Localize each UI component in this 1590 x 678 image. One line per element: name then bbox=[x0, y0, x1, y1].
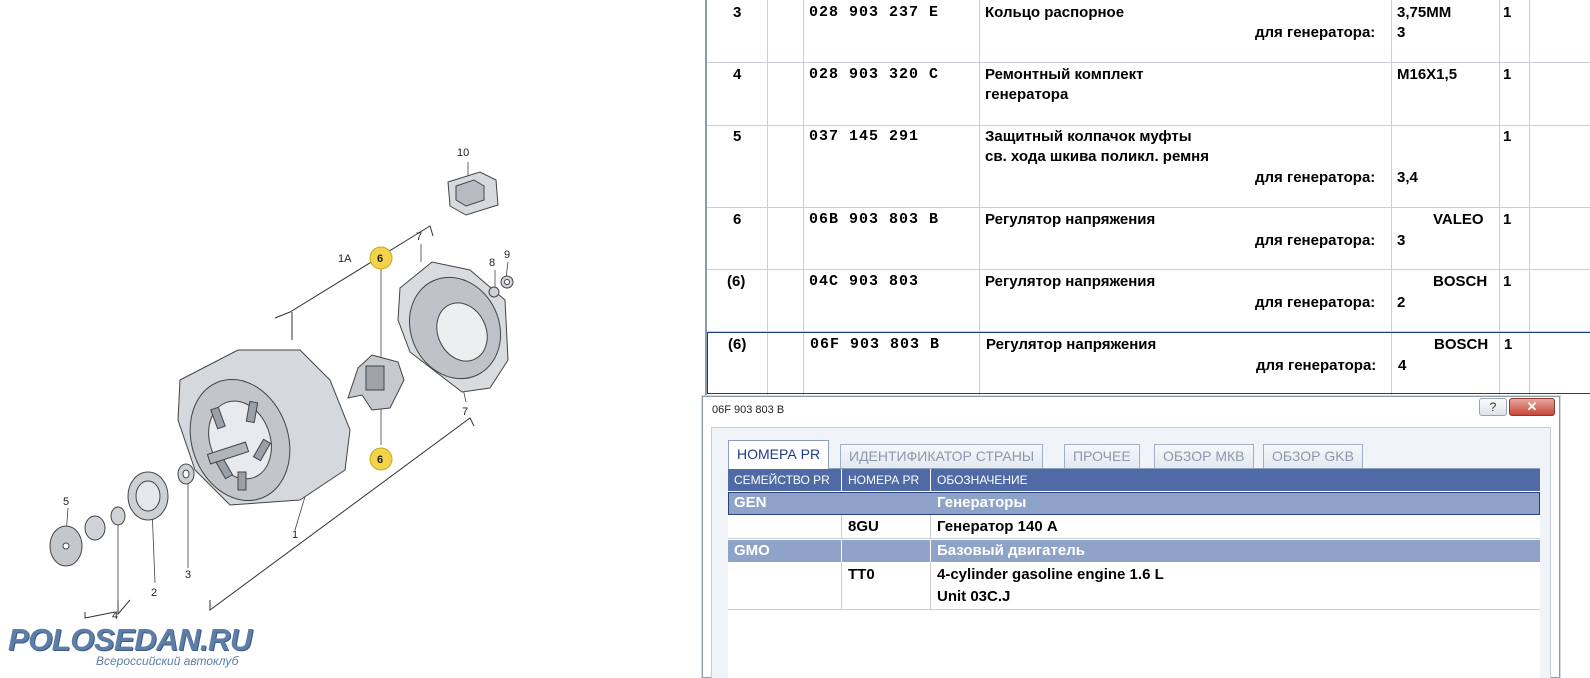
col-header-family[interactable]: СЕМЕЙСТВО PR bbox=[728, 469, 842, 491]
col-header-pr-number[interactable]: НОМЕРА PR bbox=[842, 469, 931, 491]
callout-badge-6-bottom-label: 6 bbox=[377, 454, 383, 466]
alternator-body-part bbox=[177, 349, 351, 506]
cell-designation: Генераторы bbox=[937, 494, 1027, 511]
parts-row[interactable]: 3 028 903 237 E Кольцо распорное для ген… bbox=[707, 0, 1590, 63]
row-pos: (6) bbox=[727, 273, 746, 290]
row-qty: 1 bbox=[1503, 66, 1512, 83]
pr-numbers-grid: СЕМЕЙСТВО PR НОМЕРА PR ОБОЗНАЧЕНИЕ GEN Г… bbox=[728, 468, 1540, 678]
cell-designation-line2: Unit 03C.J bbox=[937, 588, 1011, 605]
cell-designation: 4-cylinder gasoline engine 1.6 L bbox=[937, 566, 1164, 583]
row-part-number: 028 903 237 E bbox=[809, 4, 940, 21]
col-header-designation[interactable]: ОБОЗНАЧЕНИЕ bbox=[931, 469, 1540, 491]
callout-4: 4 bbox=[112, 610, 118, 622]
row-part-number: 028 903 320 C bbox=[809, 66, 940, 83]
logo-tagline: Всероссийский автоклуб bbox=[96, 654, 239, 668]
voltage-regulator-part bbox=[347, 354, 405, 411]
connector-part bbox=[447, 171, 499, 216]
row-supplier: BOSCH bbox=[1433, 273, 1488, 290]
row-note-label: для генератора: bbox=[1255, 294, 1376, 311]
grid-row[interactable]: 8GU Генератор 140 А bbox=[728, 515, 1540, 539]
grid-header: СЕМЕЙСТВО PR НОМЕРА PR ОБОЗНАЧЕНИЕ bbox=[728, 469, 1540, 491]
cell-pr-number: 8GU bbox=[848, 518, 879, 535]
callout-2: 2 bbox=[151, 587, 157, 599]
grid-group-row[interactable]: GEN Генераторы bbox=[728, 492, 1540, 515]
row-qty: 1 bbox=[1503, 128, 1512, 145]
alternator-illustration: 6 6 10 1A 7 8 9 7 5 1 2 3 4 bbox=[49, 147, 514, 622]
row-spec: 3,75ММ bbox=[1397, 4, 1452, 21]
parts-row[interactable]: 6 06B 903 803 B Регулятор напряжения для… bbox=[707, 208, 1590, 270]
row-note-value: 3 bbox=[1397, 24, 1406, 41]
row-qty: 1 bbox=[1503, 273, 1512, 290]
row-name: Кольцо распорное bbox=[985, 4, 1125, 21]
tab-other[interactable]: ПРОЧЕЕ bbox=[1064, 444, 1140, 468]
row-qty: 1 bbox=[1504, 336, 1513, 353]
callout-7-bottom: 7 bbox=[462, 406, 468, 418]
row-part-number: 04C 903 803 bbox=[809, 273, 920, 290]
callout-8: 8 bbox=[489, 257, 495, 269]
row-name: Регулятор напряжения bbox=[985, 211, 1156, 228]
dialog-body: НОМЕРА PR ИДЕНТИФИКАТОР СТРАНЫ ПРОЧЕЕ ОБ… bbox=[711, 427, 1551, 678]
row-note-value: 3,4 bbox=[1397, 169, 1418, 186]
parts-row[interactable]: (6) 04C 903 803 Регулятор напряжения для… bbox=[707, 270, 1590, 332]
callout-badge-6-top-label: 6 bbox=[377, 253, 383, 265]
cell-designation: Генератор 140 А bbox=[937, 518, 1058, 535]
dialog-title: 06F 903 803 B bbox=[712, 404, 785, 416]
parts-row-selected[interactable]: (6) 06F 903 803 B Регулятор напряжения д… bbox=[707, 332, 1590, 394]
row-name: Регулятор напряжения bbox=[986, 336, 1157, 353]
row-pos: 6 bbox=[733, 211, 742, 228]
site-logo: POLOSEDAN.RU Всероссийский автоклуб bbox=[8, 622, 252, 669]
row-note-value: 4 bbox=[1398, 357, 1407, 374]
row-spec: M16X1,5 bbox=[1397, 66, 1458, 83]
row-part-number: 037 145 291 bbox=[809, 128, 920, 145]
cell-pr-number: TT0 bbox=[848, 566, 875, 583]
close-button[interactable]: ✕ bbox=[1509, 398, 1555, 416]
row-name-line2: св. хода шкива поликл. ремня bbox=[985, 148, 1209, 165]
row-part-number: 06B 903 803 B bbox=[809, 211, 940, 228]
row-pos: 4 bbox=[733, 66, 742, 83]
callout-3: 3 bbox=[185, 569, 191, 581]
callout-9: 9 bbox=[504, 249, 510, 261]
callout-5: 5 bbox=[63, 496, 69, 508]
dialog-titlebar[interactable]: 06F 903 803 B ? ✕ bbox=[703, 397, 1559, 423]
grid-group-row[interactable]: GMO Базовый двигатель bbox=[728, 540, 1540, 562]
row-qty: 1 bbox=[1503, 211, 1512, 228]
row-note-label: для генератора: bbox=[1256, 357, 1377, 374]
row-name: Регулятор напряжения bbox=[985, 273, 1156, 290]
callout-7-top: 7 bbox=[416, 231, 422, 243]
parts-row[interactable]: 5 037 145 291 Защитный колпачок муфты св… bbox=[707, 126, 1590, 208]
cell-family: GEN bbox=[734, 494, 767, 511]
row-name-line2: генератора bbox=[985, 86, 1069, 103]
logo-brand: POLOSEDAN.RU bbox=[8, 622, 252, 657]
cell-family: GMO bbox=[734, 542, 770, 559]
row-note-value: 3 bbox=[1397, 232, 1406, 249]
row-supplier: VALEO bbox=[1433, 211, 1484, 228]
row-pos: (6) bbox=[728, 336, 747, 353]
row-name: Защитный колпачок муфты bbox=[985, 128, 1192, 145]
row-note-label: для генератора: bbox=[1255, 169, 1376, 186]
row-part-number: 06F 903 803 B bbox=[810, 336, 941, 353]
tab-gkb-overview[interactable]: ОБЗОР GKB bbox=[1263, 444, 1363, 468]
row-qty: 1 bbox=[1503, 4, 1512, 21]
row-pos: 5 bbox=[733, 128, 742, 145]
row-note-value: 2 bbox=[1397, 294, 1406, 311]
row-note-label: для генератора: bbox=[1255, 24, 1376, 41]
help-button[interactable]: ? bbox=[1479, 398, 1507, 416]
grid-row[interactable]: TT0 4-cylinder gasoline engine 1.6 L Uni… bbox=[728, 562, 1540, 610]
tab-pr-numbers[interactable]: НОМЕРА PR bbox=[728, 440, 830, 469]
row-name: Ремонтный комплект bbox=[985, 66, 1144, 83]
tab-country-id[interactable]: ИДЕНТИФИКАТОР СТРАНЫ bbox=[840, 444, 1044, 468]
rear-housing-part bbox=[397, 261, 509, 393]
pr-numbers-dialog[interactable]: 06F 903 803 B ? ✕ НОМЕРА PR ИДЕНТИФИКАТО… bbox=[702, 396, 1560, 678]
row-pos: 3 bbox=[733, 4, 742, 21]
callout-1a: 1A bbox=[338, 253, 352, 265]
callout-10: 10 bbox=[457, 147, 469, 159]
tab-mkb-overview[interactable]: ОБЗОР МКВ bbox=[1154, 444, 1254, 468]
exploded-parts-diagram: 6 6 10 1A 7 8 9 7 5 1 2 3 4 POLOSEDAN.RU… bbox=[0, 0, 705, 678]
cell-designation: Базовый двигатель bbox=[937, 542, 1085, 559]
parts-row[interactable]: 4 028 903 320 C Ремонтный комплект генер… bbox=[707, 63, 1590, 126]
row-note-label: для генератора: bbox=[1255, 232, 1376, 249]
callout-1: 1 bbox=[292, 529, 298, 541]
row-supplier: BOSCH bbox=[1434, 336, 1489, 353]
